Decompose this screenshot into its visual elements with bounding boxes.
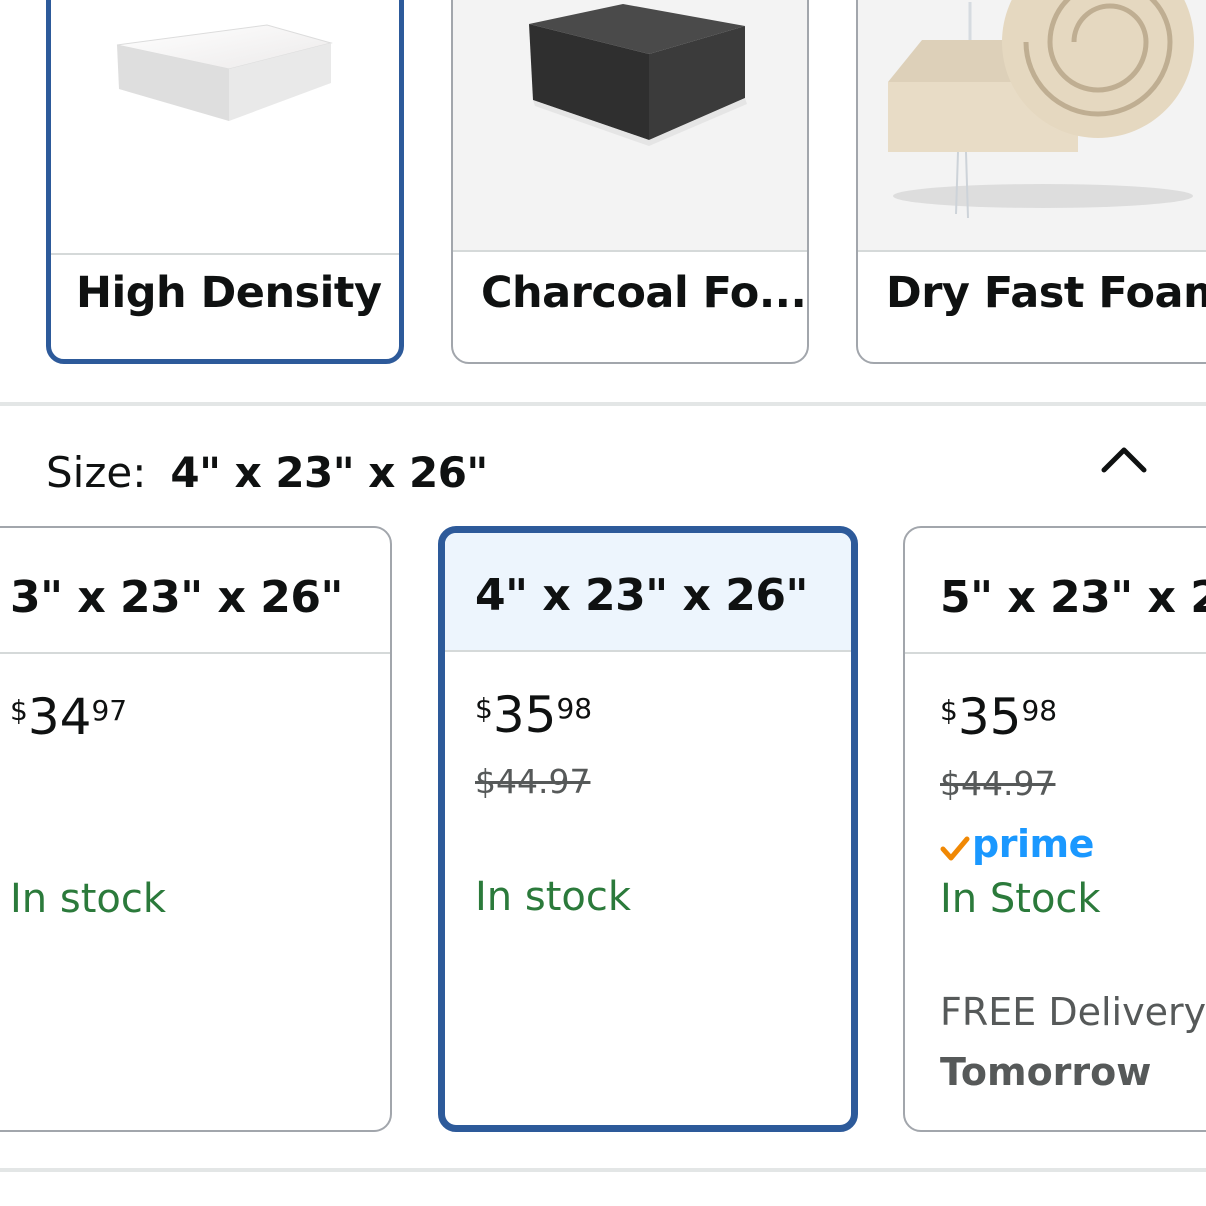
delivery-date: Tomorrow — [940, 1050, 1152, 1094]
price-symbol: $ — [940, 694, 958, 727]
stock-status: In Stock — [940, 876, 1101, 922]
size-option-header: 5" x 23" x 26" — [905, 528, 1206, 654]
size-option-header: 3" x 23" x 26" — [0, 528, 390, 654]
price: $3598 — [475, 686, 592, 744]
size-selector-header: Size: 4" x 23" x 26" — [46, 448, 488, 497]
style-image-dry-fast-foam — [858, 0, 1206, 252]
list-price: $44.97 — [475, 762, 591, 801]
prime-check-icon — [940, 836, 970, 861]
chevron-up-icon[interactable] — [1094, 440, 1154, 480]
section-divider — [0, 402, 1206, 406]
style-option-label: Charcoal Fo... — [481, 268, 807, 318]
size-option-header: 4" x 23" x 26" — [445, 533, 851, 652]
price: $3598 — [940, 688, 1057, 746]
selected-size-value: 4" x 23" x 26" — [170, 448, 488, 497]
white-foam-block-image — [116, 24, 333, 121]
style-option-label: High Density — [76, 268, 382, 318]
prime-badge: prime — [940, 822, 1094, 870]
price-whole: 35 — [492, 686, 557, 744]
size-option-5in[interactable]: 5" x 23" x 26" $3598 $44.97 prime In Sto… — [903, 526, 1206, 1132]
size-option-3in[interactable]: 3" x 23" x 26" $3497 In stock — [0, 526, 392, 1132]
stock-status: In stock — [475, 874, 632, 920]
list-price: $44.97 — [940, 764, 1056, 803]
size-option-4in[interactable]: 4" x 23" x 26" $3598 $44.97 In stock — [438, 526, 858, 1132]
style-option-dry-fast-foam[interactable]: Dry Fast Foam — [856, 0, 1206, 364]
price-whole: 34 — [27, 688, 92, 746]
size-label: Size: — [46, 448, 147, 497]
style-image-charcoal-foam — [453, 0, 807, 252]
size-option-title: 4" x 23" x 26" — [475, 570, 808, 621]
price-fraction: 98 — [556, 692, 593, 725]
style-option-high-density[interactable]: High Density — [46, 0, 404, 364]
price-whole: 35 — [957, 688, 1022, 746]
style-option-charcoal-foam[interactable]: Charcoal Fo... — [451, 0, 809, 364]
section-divider-bottom — [0, 1168, 1206, 1172]
price-fraction: 98 — [1021, 694, 1058, 727]
price: $3497 — [10, 688, 127, 746]
stock-status: In stock — [10, 876, 167, 922]
price-symbol: $ — [10, 694, 28, 727]
style-image-high-density — [51, 0, 399, 255]
price-symbol: $ — [475, 692, 493, 725]
style-option-label: Dry Fast Foam — [886, 268, 1206, 318]
rolled-foam-sheet-image — [888, 0, 1194, 219]
charcoal-foam-block-image — [529, 4, 747, 146]
delivery-info: FREE Delivery — [940, 990, 1206, 1034]
price-fraction: 97 — [91, 694, 128, 727]
prime-logo-text: prime — [972, 822, 1094, 866]
size-option-title: 5" x 23" x 26" — [940, 572, 1206, 623]
size-option-title: 3" x 23" x 26" — [10, 572, 343, 623]
